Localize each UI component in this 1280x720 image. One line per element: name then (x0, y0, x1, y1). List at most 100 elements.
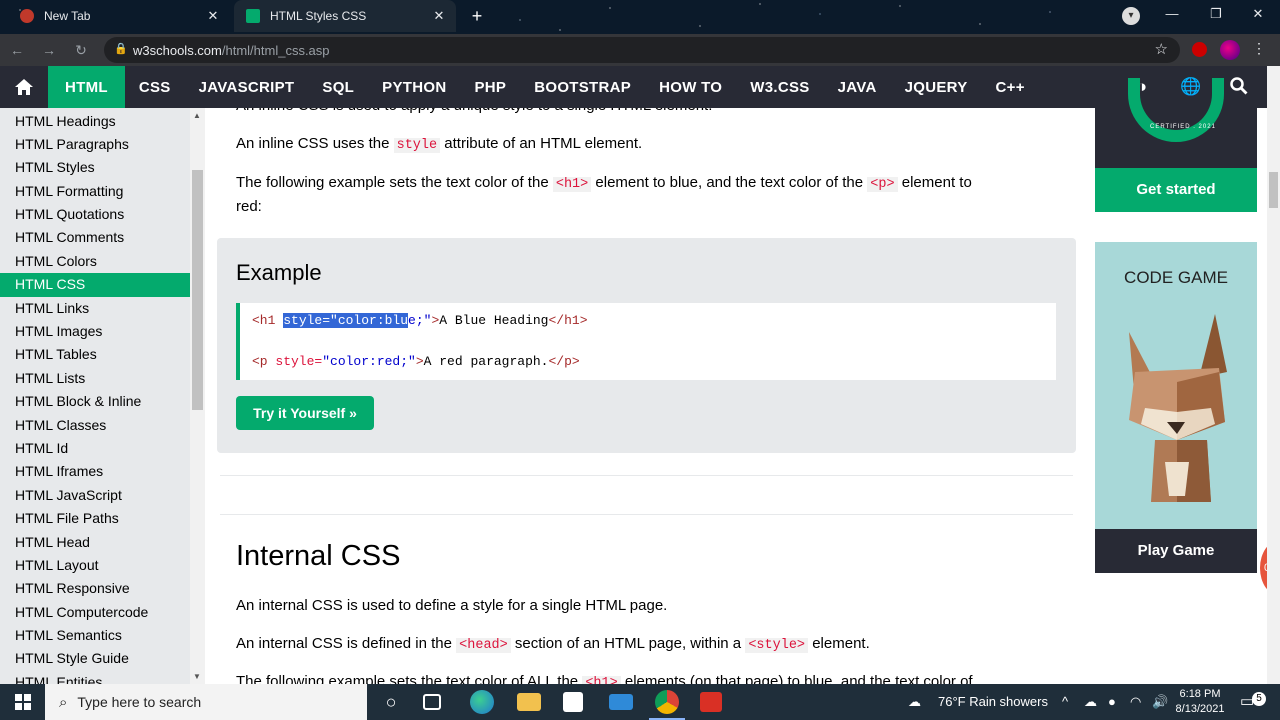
sidebar-item-paragraphs[interactable]: HTML Paragraphs (0, 133, 190, 156)
tab-title: HTML Styles CSS (270, 9, 367, 23)
paragraph-example-desc: The following example sets the text colo… (236, 172, 1056, 218)
new-tab-button[interactable]: + (466, 6, 488, 28)
clock[interactable]: 6:18 PM 8/13/2021 (1172, 687, 1228, 717)
heading-internal-css: Internal CSS (236, 540, 401, 572)
sidebar-item-images[interactable]: HTML Images (0, 320, 190, 343)
sidebar-item-classes[interactable]: HTML Classes (0, 414, 190, 437)
nav-php[interactable]: PHP (460, 66, 520, 108)
sidebar-item-headings[interactable]: HTML Headings (0, 110, 190, 133)
volume-icon[interactable]: 🔊 (1152, 684, 1168, 720)
close-tab-icon[interactable]: ✕ (430, 8, 448, 24)
sidebar-item-iframes[interactable]: HTML Iframes (0, 460, 190, 483)
scrollbar-thumb[interactable] (1269, 172, 1278, 208)
text: The following example sets the text colo… (236, 174, 553, 191)
mail-icon[interactable] (609, 694, 633, 710)
sidebar-item-colors[interactable]: HTML Colors (0, 250, 190, 273)
sidebar-item-comments[interactable]: HTML Comments (0, 226, 190, 249)
back-icon[interactable]: ← (8, 41, 26, 59)
store-icon[interactable] (563, 692, 583, 712)
nav-cpp[interactable]: C++ (982, 66, 1039, 108)
text: element. (808, 635, 870, 652)
recorder-icon[interactable] (700, 692, 722, 712)
inline-code: <h1> (552, 177, 592, 192)
chevron-up-icon[interactable]: ^ (1062, 684, 1068, 720)
sidebar-item-quotations[interactable]: HTML Quotations (0, 203, 190, 226)
scroll-up-icon[interactable]: ▲ (193, 111, 201, 120)
nav-html[interactable]: HTML (48, 66, 125, 108)
close-window-button[interactable]: ✕ (1236, 0, 1280, 30)
sidebar-item-computercode[interactable]: HTML Computercode (0, 601, 190, 624)
sidebar-item-lists[interactable]: HTML Lists (0, 367, 190, 390)
reload-icon[interactable]: ↻ (72, 41, 90, 59)
nav-how-to[interactable]: HOW TO (645, 66, 736, 108)
sidebar-item-head[interactable]: HTML Head (0, 531, 190, 554)
sidebar-item-id[interactable]: HTML Id (0, 437, 190, 460)
cortana-icon[interactable]: ○ (379, 690, 403, 714)
maximize-button[interactable]: ❐ (1194, 0, 1238, 30)
certification-ad: CERTIFIED . 2021 Get started (1095, 78, 1257, 212)
taskbar-search[interactable]: ⌕ Type here to search (45, 684, 367, 720)
nav-sql[interactable]: SQL (308, 66, 368, 108)
close-tab-icon[interactable]: ✕ (204, 8, 222, 24)
edge-icon[interactable] (470, 690, 494, 714)
scroll-down-icon[interactable]: ▼ (193, 672, 201, 681)
weather-icon[interactable]: ☁ (908, 684, 921, 720)
nav-javascript[interactable]: JAVASCRIPT (185, 66, 309, 108)
microphone-icon[interactable]: ● (1108, 684, 1116, 720)
file-explorer-icon[interactable] (517, 693, 541, 711)
sidebar-item-block-inline[interactable]: HTML Block & Inline (0, 390, 190, 413)
extension-icon[interactable] (1192, 42, 1207, 57)
code-token: A Blue Heading (439, 313, 549, 328)
code-token: A red paragraph. (423, 354, 549, 369)
nav-jquery[interactable]: JQUERY (891, 66, 982, 108)
nav-python[interactable]: PYTHON (368, 66, 460, 108)
code-example[interactable]: <h1 style="color:blue;">A Blue Heading</… (236, 303, 1056, 380)
sidebar-item-links[interactable]: HTML Links (0, 297, 190, 320)
sidebar-item-javascript[interactable]: HTML JavaScript (0, 484, 190, 507)
page-scrollbar[interactable] (1267, 66, 1280, 684)
inline-code: <p> (867, 177, 898, 192)
scrollbar-thumb[interactable] (192, 170, 203, 410)
sidebar-item-file-paths[interactable]: HTML File Paths (0, 507, 190, 530)
nav-bootstrap[interactable]: BOOTSTRAP (520, 66, 645, 108)
tab-html-styles-css[interactable]: HTML Styles CSS ✕ (234, 0, 456, 32)
tab-new-tab[interactable]: New Tab ✕ (8, 0, 230, 32)
cloud-icon[interactable]: ☁ (1084, 684, 1097, 720)
text: section of an HTML page, within a (510, 635, 746, 652)
sidebar-item-formatting[interactable]: HTML Formatting (0, 180, 190, 203)
nav-java[interactable]: JAVA (824, 66, 891, 108)
sidebar-item-layout[interactable]: HTML Layout (0, 554, 190, 577)
code-token: <p (252, 354, 276, 369)
home-icon[interactable] (0, 66, 48, 108)
tab-search-icon[interactable]: ▾ (1122, 7, 1140, 25)
get-started-button[interactable]: Get started (1095, 168, 1257, 212)
code-line: <h1 style="color:blue;">A Blue Heading</… (252, 313, 588, 328)
search-icon[interactable] (1229, 77, 1249, 97)
windows-start-icon[interactable] (0, 684, 45, 720)
code-token: > (415, 354, 424, 369)
sidebar-item-responsive[interactable]: HTML Responsive (0, 577, 190, 600)
chrome-icon[interactable] (649, 690, 685, 720)
url-input[interactable]: 🔒 w3schools.com/html/html_css.asp ☆ (104, 37, 1180, 63)
sidebar-item-styles[interactable]: HTML Styles (0, 156, 190, 179)
task-view-icon[interactable] (423, 694, 441, 710)
sidebar-item-tables[interactable]: HTML Tables (0, 343, 190, 366)
lock-icon: 🔒 (114, 43, 128, 55)
bookmark-star-icon[interactable]: ☆ (1155, 40, 1168, 58)
sidebar-item-entities[interactable]: HTML Entities (0, 671, 190, 684)
menu-kebab-icon[interactable]: ⋮ (1252, 40, 1266, 57)
sidebar-scrollbar[interactable]: ▲ ▼ (190, 108, 205, 684)
profile-avatar[interactable] (1220, 40, 1240, 60)
nav-css[interactable]: CSS (125, 66, 185, 108)
nav-w3css[interactable]: W3.CSS (736, 66, 823, 108)
weather-text[interactable]: 76°F Rain showers (938, 684, 1048, 720)
sidebar-item-semantics[interactable]: HTML Semantics (0, 624, 190, 647)
sidebar-item-style-guide[interactable]: HTML Style Guide (0, 647, 190, 670)
url-host: w3schools.com (133, 43, 222, 58)
try-it-yourself-button[interactable]: Try it Yourself » (236, 396, 374, 430)
sidebar-item-css[interactable]: HTML CSS (0, 273, 190, 297)
network-icon[interactable]: ◠ (1130, 684, 1141, 720)
forward-icon[interactable]: → (40, 41, 58, 59)
play-game-button[interactable]: Play Game (1095, 529, 1257, 573)
minimize-button[interactable]: — (1150, 0, 1194, 30)
